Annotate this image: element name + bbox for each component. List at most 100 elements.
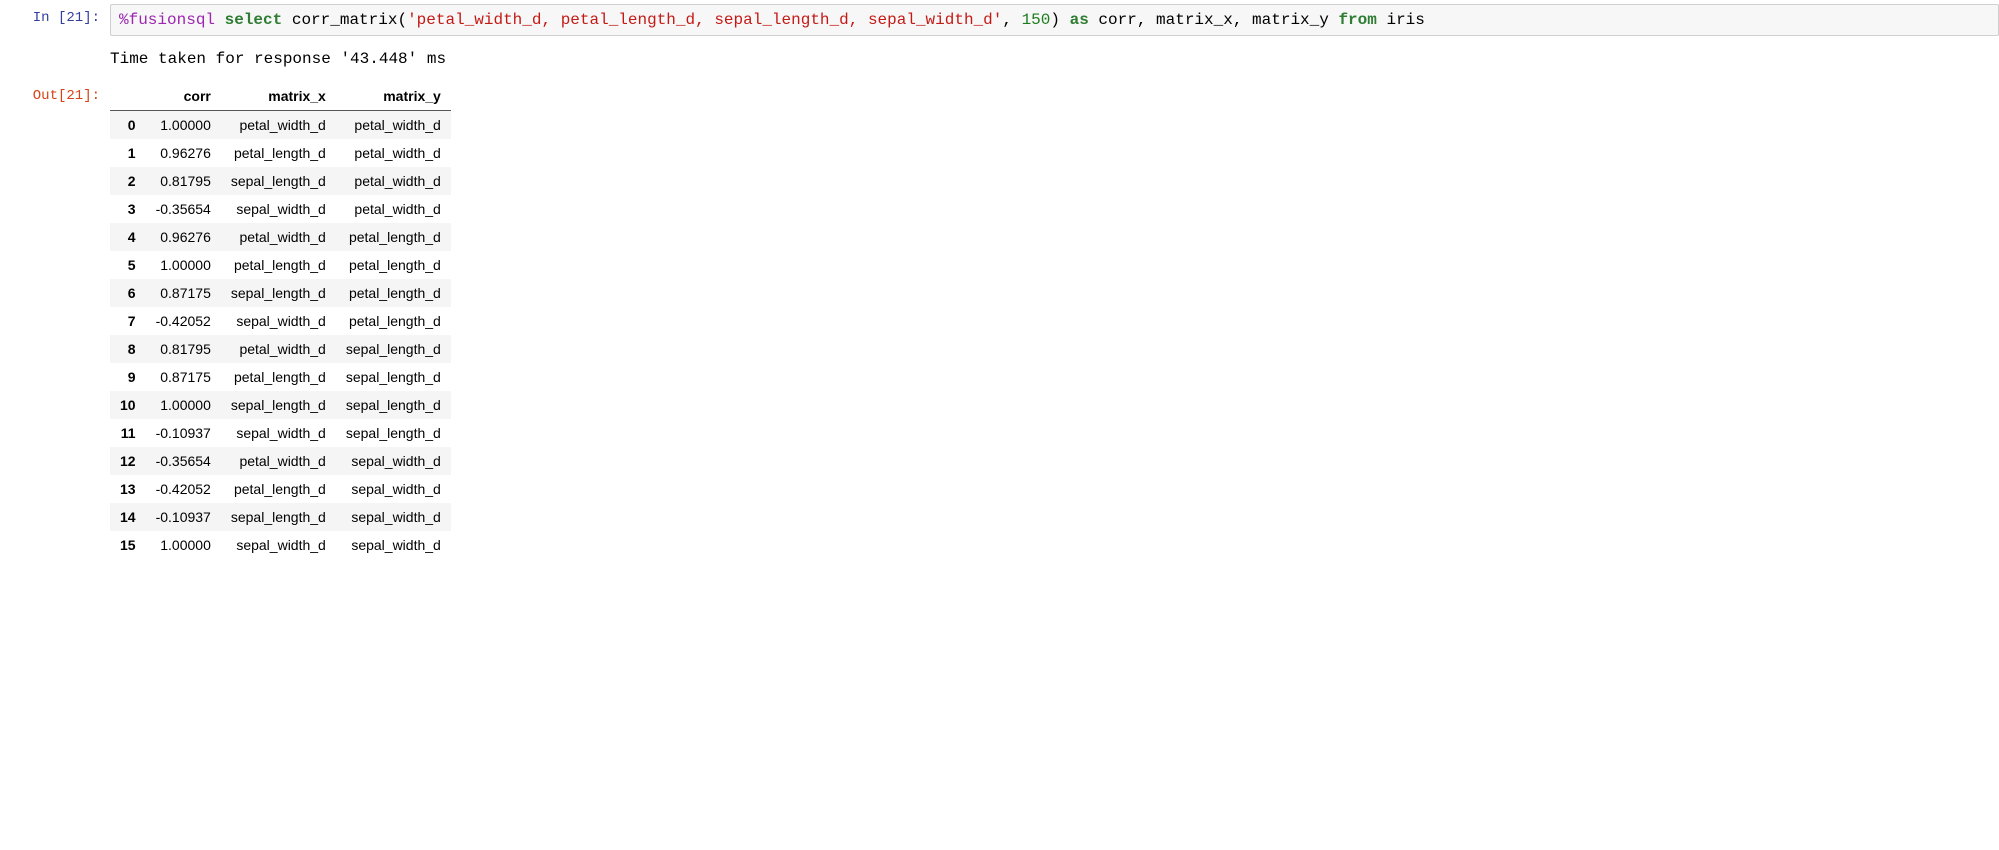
cell-matrix-x: sepal_width_d [221,419,336,447]
cell-corr: 1.00000 [146,111,221,140]
row-index: 10 [110,391,146,419]
table-row: 20.81795sepal_length_dpetal_width_d [110,167,451,195]
cell-matrix-x: petal_length_d [221,475,336,503]
cell-matrix-y: petal_length_d [336,223,451,251]
cell-matrix-y: sepal_width_d [336,447,451,475]
output-area: corr matrix_x matrix_y 01.00000petal_wid… [110,82,1999,569]
result-table: corr matrix_x matrix_y 01.00000petal_wid… [110,82,451,559]
table-header-row: corr matrix_x matrix_y [110,82,451,111]
table-row: 40.96276petal_width_dpetal_length_d [110,223,451,251]
cell-matrix-x: petal_length_d [221,363,336,391]
row-index: 3 [110,195,146,223]
cell-corr: -0.10937 [146,419,221,447]
table-row: 151.00000sepal_width_dsepal_width_d [110,531,451,559]
table-row: 7-0.42052sepal_width_dpetal_length_d [110,307,451,335]
output-cell: Out[21]: corr matrix_x matrix_y 01.00000… [0,78,1999,573]
stdout-cell: Time taken for response '43.448' ms [0,40,1999,78]
cell-matrix-y: sepal_width_d [336,475,451,503]
code-from: from [1338,11,1376,29]
code-string-arg: 'petal_width_d, petal_length_d, sepal_le… [407,11,1002,29]
cell-matrix-y: petal_length_d [336,279,451,307]
row-index: 0 [110,111,146,140]
row-index: 11 [110,419,146,447]
table-row: 51.00000petal_length_dpetal_length_d [110,251,451,279]
row-index: 6 [110,279,146,307]
table-row: 13-0.42052petal_length_dsepal_width_d [110,475,451,503]
cell-corr: 0.96276 [146,223,221,251]
table-row: 60.87175sepal_length_dpetal_length_d [110,279,451,307]
table-row: 10.96276petal_length_dpetal_width_d [110,139,451,167]
cell-corr: 0.81795 [146,167,221,195]
stdout-text: Time taken for response '43.448' ms [110,44,1999,74]
table-header-index [110,82,146,111]
table-row: 12-0.35654petal_width_dsepal_width_d [110,447,451,475]
row-index: 9 [110,363,146,391]
code-num-arg: 150 [1022,11,1051,29]
cell-matrix-x: petal_width_d [221,111,336,140]
cell-matrix-x: sepal_width_d [221,195,336,223]
cell-matrix-y: sepal_width_d [336,531,451,559]
cell-corr: -0.35654 [146,447,221,475]
cell-matrix-y: petal_width_d [336,139,451,167]
cell-corr: 0.87175 [146,279,221,307]
cell-matrix-x: sepal_length_d [221,167,336,195]
cell-matrix-x: sepal_width_d [221,307,336,335]
cell-matrix-x: petal_width_d [221,447,336,475]
code-select: select [225,11,283,29]
cell-matrix-y: petal_length_d [336,251,451,279]
cell-matrix-y: petal_width_d [336,195,451,223]
row-index: 8 [110,335,146,363]
code-func: corr_matrix( [292,11,407,29]
row-index: 4 [110,223,146,251]
table-row: 14-0.10937sepal_length_dsepal_width_d [110,503,451,531]
cell-matrix-y: sepal_width_d [336,503,451,531]
table-row: 3-0.35654sepal_width_dpetal_width_d [110,195,451,223]
cell-corr: 1.00000 [146,531,221,559]
cell-corr: 0.87175 [146,363,221,391]
cell-matrix-y: petal_width_d [336,167,451,195]
cell-matrix-x: petal_width_d [221,335,336,363]
cell-matrix-y: sepal_length_d [336,363,451,391]
cell-matrix-x: petal_length_d [221,251,336,279]
input-prompt: In [21]: [0,4,110,36]
table-row: 01.00000petal_width_dpetal_width_d [110,111,451,140]
table-row: 80.81795petal_width_dsepal_length_d [110,335,451,363]
row-index: 7 [110,307,146,335]
cell-matrix-x: sepal_width_d [221,531,336,559]
code-as: as [1070,11,1089,29]
cell-matrix-y: petal_length_d [336,307,451,335]
code-magic: %fusionsql [119,11,215,29]
input-cell: In [21]: %fusionsql select corr_matrix('… [0,0,1999,40]
cell-matrix-x: sepal_length_d [221,503,336,531]
table-header-matrix-x: matrix_x [221,82,336,111]
cell-matrix-x: sepal_length_d [221,279,336,307]
cell-corr: 1.00000 [146,391,221,419]
cell-matrix-y: sepal_length_d [336,335,451,363]
table-row: 11-0.10937sepal_width_dsepal_length_d [110,419,451,447]
cell-corr: -0.35654 [146,195,221,223]
empty-prompt [0,44,110,74]
row-index: 2 [110,167,146,195]
code-input[interactable]: %fusionsql select corr_matrix('petal_wid… [110,4,1999,36]
row-index: 1 [110,139,146,167]
cell-corr: 1.00000 [146,251,221,279]
cell-matrix-x: petal_length_d [221,139,336,167]
table-row: 101.00000sepal_length_dsepal_length_d [110,391,451,419]
row-index: 12 [110,447,146,475]
cell-matrix-y: sepal_length_d [336,391,451,419]
cell-corr: -0.42052 [146,307,221,335]
cell-corr: 0.96276 [146,139,221,167]
row-index: 15 [110,531,146,559]
table-header-corr: corr [146,82,221,111]
output-prompt: Out[21]: [0,82,110,569]
cell-matrix-y: petal_width_d [336,111,451,140]
cell-corr: -0.10937 [146,503,221,531]
cell-matrix-x: sepal_length_d [221,391,336,419]
table-header-matrix-y: matrix_y [336,82,451,111]
row-index: 14 [110,503,146,531]
cell-matrix-x: petal_width_d [221,223,336,251]
cell-corr: 0.81795 [146,335,221,363]
row-index: 13 [110,475,146,503]
row-index: 5 [110,251,146,279]
cell-corr: -0.42052 [146,475,221,503]
